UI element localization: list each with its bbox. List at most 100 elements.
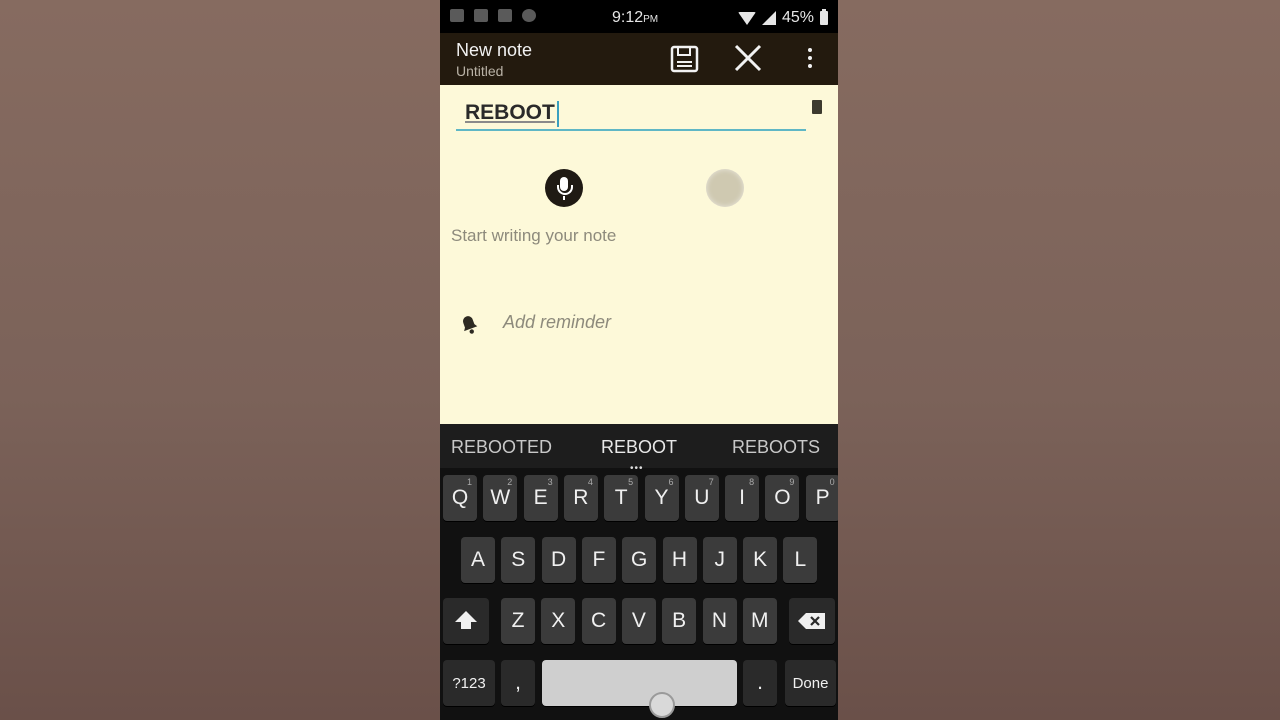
key-t[interactable]: T5 xyxy=(604,475,639,521)
key-e-label: E xyxy=(533,486,548,509)
app-bar-title: New note xyxy=(456,40,533,60)
key-m[interactable]: M xyxy=(742,598,777,644)
key-a-label: A xyxy=(470,548,485,571)
key-m-label: M xyxy=(751,609,769,632)
secondary-action-button[interactable] xyxy=(706,169,744,207)
battery-icon xyxy=(820,9,828,25)
key-d-label: D xyxy=(551,548,567,571)
shift-key[interactable] xyxy=(443,598,489,644)
key-l-label: L xyxy=(794,548,807,571)
clock-suffix: PM xyxy=(643,14,659,25)
soft-keyboard: REBOOTED REBOOT REBOOTS ••• Q1W2E3R4T5Y6… xyxy=(440,424,838,720)
voice-input-button[interactable] xyxy=(545,169,583,207)
key-f[interactable]: F xyxy=(581,537,616,583)
close-icon xyxy=(734,44,762,72)
key-b[interactable]: B xyxy=(662,598,697,644)
key-w-label: W xyxy=(490,486,511,509)
key-w-hint: 2 xyxy=(507,477,513,487)
key-k-label: K xyxy=(753,548,768,571)
key-p[interactable]: P0 xyxy=(805,475,838,521)
discard-button[interactable] xyxy=(732,42,764,74)
key-i[interactable]: I8 xyxy=(725,475,760,521)
key-w[interactable]: W2 xyxy=(483,475,518,521)
note-body-input[interactable]: Start writing your note xyxy=(451,226,616,246)
key-f-label: F xyxy=(592,548,606,571)
key-u[interactable]: U7 xyxy=(684,475,719,521)
note-color-icon[interactable] xyxy=(812,100,822,114)
key-i-hint: 8 xyxy=(749,477,755,487)
period-key-label: . xyxy=(757,671,763,694)
overflow-menu-button[interactable] xyxy=(800,44,820,74)
key-s[interactable]: S xyxy=(501,537,536,583)
home-indicator xyxy=(649,692,675,718)
key-i-label: I xyxy=(739,486,746,509)
symbols-key[interactable]: ?123 xyxy=(443,660,495,706)
key-g[interactable]: G xyxy=(622,537,657,583)
key-h[interactable]: H xyxy=(662,537,697,583)
key-q-label: Q xyxy=(451,486,469,509)
add-reminder-link[interactable]: Add reminder xyxy=(503,312,611,333)
key-o[interactable]: O9 xyxy=(765,475,800,521)
period-key[interactable]: . xyxy=(743,660,777,706)
key-c[interactable]: C xyxy=(581,598,616,644)
notification-icons xyxy=(450,9,536,22)
clock-time: 9:12 xyxy=(612,9,644,26)
comma-key[interactable]: , xyxy=(501,660,535,706)
usb-icon xyxy=(450,9,464,22)
key-r-label: R xyxy=(573,486,589,509)
key-q[interactable]: Q1 xyxy=(443,475,477,521)
key-p-hint: 0 xyxy=(829,477,835,487)
space-key[interactable] xyxy=(542,660,737,706)
circle-icon xyxy=(522,9,536,22)
comma-key-label: , xyxy=(515,671,521,694)
key-y[interactable]: Y6 xyxy=(644,475,679,521)
key-c-label: C xyxy=(591,609,607,632)
sd-card-icon xyxy=(474,9,488,22)
key-g-label: G xyxy=(631,548,648,571)
wifi-icon xyxy=(737,11,756,25)
key-h-label: H xyxy=(671,548,688,571)
key-t-hint: 5 xyxy=(628,477,634,487)
key-o-hint: 9 xyxy=(789,477,795,487)
key-l[interactable]: L xyxy=(783,537,818,583)
battery-percent: 45% xyxy=(781,9,814,26)
key-u-label: U xyxy=(694,486,710,509)
key-e[interactable]: E3 xyxy=(523,475,558,521)
key-n[interactable]: N xyxy=(702,598,737,644)
note-title-value: REBOOT xyxy=(465,101,555,124)
backspace-icon xyxy=(798,613,825,629)
symbols-key-label: ?123 xyxy=(452,674,486,692)
clock: 9:12PM xyxy=(612,9,658,27)
backspace-key[interactable] xyxy=(789,598,835,644)
key-x[interactable]: X xyxy=(541,598,576,644)
key-r[interactable]: R4 xyxy=(563,475,598,521)
more-suggestions-indicator: ••• xyxy=(630,463,644,474)
key-o-label: O xyxy=(774,486,791,509)
done-key-label: Done xyxy=(792,674,829,692)
suggestion-2[interactable]: REBOOT xyxy=(601,437,677,458)
key-d[interactable]: D xyxy=(541,537,576,583)
note-title-input[interactable]: REBOOT xyxy=(456,97,806,131)
key-a[interactable]: A xyxy=(461,537,495,583)
done-key[interactable]: Done xyxy=(785,660,836,706)
save-button[interactable] xyxy=(670,44,700,74)
status-right: 45% xyxy=(737,9,828,27)
bell-icon[interactable] xyxy=(456,311,482,337)
key-z-label: Z xyxy=(511,609,525,632)
key-n-label: N xyxy=(711,609,728,632)
key-j[interactable]: J xyxy=(702,537,737,583)
suggestion-1[interactable]: REBOOTED xyxy=(451,437,552,458)
key-v-label: V xyxy=(631,609,646,632)
key-q-hint: 1 xyxy=(466,477,472,487)
key-r-hint: 4 xyxy=(587,477,593,487)
camera-icon xyxy=(498,9,512,22)
key-y-label: Y xyxy=(654,486,669,509)
key-j-label: J xyxy=(714,548,726,571)
key-v[interactable]: V xyxy=(621,598,656,644)
key-k[interactable]: K xyxy=(743,537,778,583)
more-vert-icon xyxy=(808,48,812,52)
signal-icon xyxy=(761,11,776,25)
suggestion-3[interactable]: REBOOTS xyxy=(732,437,820,458)
key-p-label: P xyxy=(815,486,830,509)
key-z[interactable]: Z xyxy=(501,598,535,644)
